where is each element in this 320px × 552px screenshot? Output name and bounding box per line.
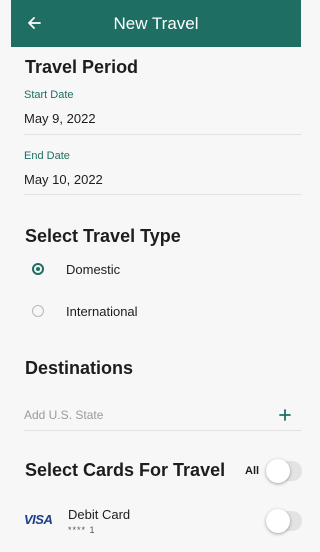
end-date-label: End Date (24, 150, 70, 162)
radio-option-domestic[interactable]: Domestic (24, 254, 284, 284)
divider (24, 194, 301, 195)
start-date-label: Start Date (24, 89, 74, 101)
plus-icon (279, 409, 291, 421)
end-date-value[interactable]: May 10, 2022 (24, 172, 103, 187)
toggle-knob (266, 459, 290, 483)
all-cards-label: All (245, 465, 260, 477)
back-button[interactable] (23, 12, 45, 34)
visa-logo: VISA (24, 512, 53, 527)
add-state-input[interactable]: Add U.S. State (24, 408, 103, 422)
select-cards-heading: Select Cards For Travel (25, 460, 226, 480)
destinations-heading: Destinations (25, 358, 134, 378)
divider (24, 134, 301, 135)
start-date-value[interactable]: May 9, 2022 (24, 111, 96, 126)
radio-button-checked[interactable] (32, 263, 44, 275)
travel-type-heading: Select Travel Type (25, 226, 181, 246)
radio-label-domestic: Domestic (66, 261, 121, 277)
add-destination-button[interactable] (274, 404, 296, 426)
divider (24, 430, 301, 431)
page-title: New Travel (113, 13, 199, 33)
toggle-knob (266, 509, 290, 533)
radio-option-international[interactable]: International (24, 296, 284, 326)
card-number: **** 1 (68, 525, 96, 535)
radio-label-international: International (66, 303, 138, 319)
radio-button-unchecked[interactable] (32, 305, 44, 317)
arrow-left-icon (28, 17, 41, 29)
app-bar: New Travel (11, 0, 301, 47)
debit-card-toggle[interactable] (266, 509, 302, 533)
card-name: Debit Card (68, 507, 131, 522)
travel-period-heading: Travel Period (25, 57, 139, 77)
all-cards-toggle[interactable] (266, 459, 302, 483)
